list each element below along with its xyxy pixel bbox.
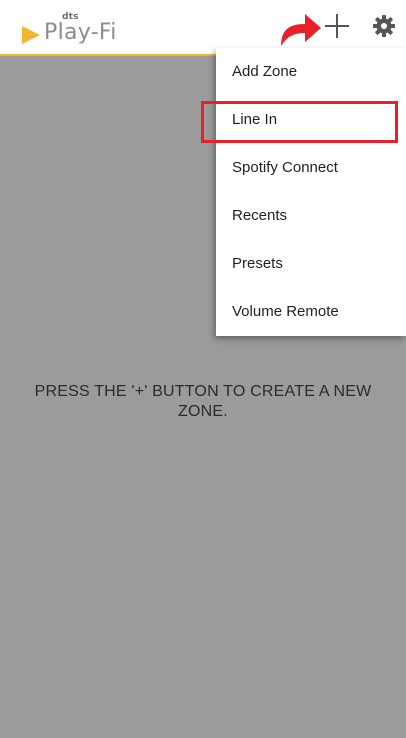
- empty-zone-message: PRESS THE '+' BUTTON TO CREATE A NEW ZON…: [34, 383, 372, 420]
- curved-arrow-icon: [281, 14, 321, 46]
- menu-item-add-zone[interactable]: Add Zone: [216, 48, 406, 96]
- logo-brand-text: Play-Fi: [44, 20, 117, 45]
- menu-item-spotify-connect[interactable]: Spotify Connect: [216, 144, 406, 192]
- gear-icon[interactable]: [372, 14, 396, 38]
- menu-item-line-in[interactable]: Line In: [216, 96, 406, 144]
- play-arrow-icon: [22, 26, 40, 44]
- menu-item-recents[interactable]: Recents: [216, 192, 406, 240]
- menu-item-volume-remote[interactable]: Volume Remote: [216, 288, 406, 336]
- add-menu-dropdown: Add Zone Line In Spotify Connect Recents…: [216, 48, 406, 336]
- add-zone-button[interactable]: [323, 12, 351, 40]
- app-screen: dts Play-Fi PRESS THE '+' BUTTON TO CREA…: [0, 0, 406, 738]
- play-fi-logo: dts Play-Fi: [20, 12, 130, 48]
- menu-item-presets[interactable]: Presets: [216, 240, 406, 288]
